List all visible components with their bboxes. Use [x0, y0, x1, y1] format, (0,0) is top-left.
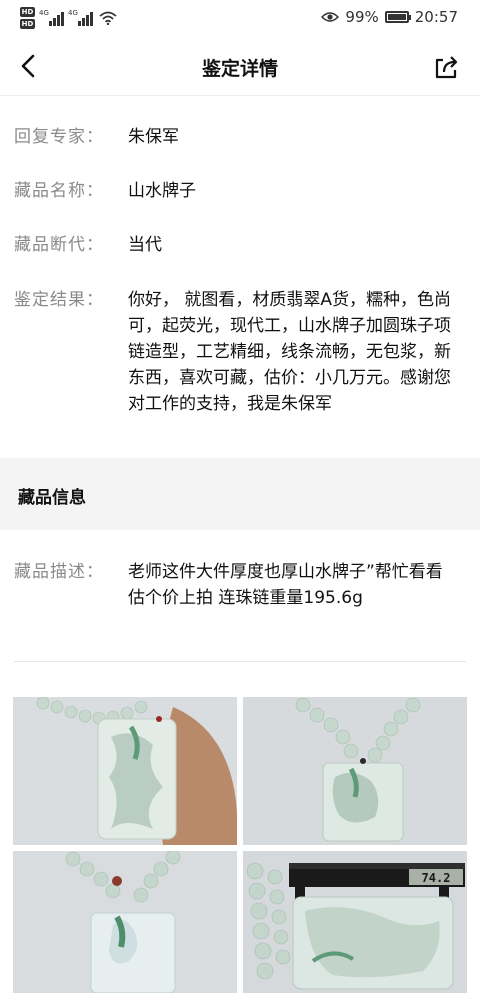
section-title: 藏品信息 [18, 488, 86, 508]
jade-pendant-on-necklace-image [243, 697, 467, 845]
photo-2[interactable] [243, 697, 467, 845]
detail-label: 藏品断代： [14, 235, 104, 255]
detail-value: 朱保军 [128, 127, 179, 147]
divider [14, 661, 466, 662]
detail-value: 山水牌子 [128, 181, 196, 201]
signal-icon: 4G [39, 9, 64, 26]
network-type-label: 4G [39, 9, 49, 17]
eye-icon [321, 12, 340, 22]
clock: 20:57 [414, 8, 458, 26]
detail-row-description: 藏品描述： 老师这件大件厚度也厚山水牌子”帮忙看看估个价上拍 连珠链重量195.… [14, 559, 458, 611]
detail-row-expert: 回复专家： 朱保军 [14, 125, 458, 150]
page-title: 鉴定详情 [201, 58, 278, 80]
detail-row-name: 藏品名称： 山水牌子 [14, 179, 458, 204]
collection-info-header: 藏品信息 [0, 458, 480, 530]
nav-bar: 鉴定详情 [0, 36, 480, 96]
wifi-icon [99, 11, 117, 25]
caliper-reading: 74.2 [422, 871, 451, 885]
detail-label: 藏品描述： [14, 562, 104, 582]
status-left: HD 1 HD 2 4G 4G [20, 7, 117, 38]
status-right: 99% 20:57 [321, 8, 458, 26]
hd-indicator: HD 1 HD 2 [20, 7, 35, 38]
detail-label: 藏品名称： [14, 181, 104, 201]
battery-icon [384, 11, 411, 23]
photo-1[interactable] [13, 697, 237, 845]
detail-value: 当代 [128, 235, 162, 255]
battery-percent: 99% [345, 8, 379, 26]
detail-row-era: 藏品断代： 当代 [14, 233, 458, 258]
detail-label: 回复专家： [14, 127, 104, 147]
description-text: 老师这件大件厚度也厚山水牌子”帮忙看看估个价上拍 连珠链重量195.6g [128, 562, 443, 608]
detail-label: 鉴定结果： [14, 290, 104, 310]
photo-4[interactable]: 74.2 [243, 851, 467, 993]
network-type-label-2: 4G [68, 9, 78, 17]
detail-row-result: 鉴定结果： 你好， 就图看，材质翡翠A货，糯种，色尚可，起荧光，现代工，山水牌子… [14, 287, 458, 417]
hd2-badge: HD 2 [20, 19, 35, 38]
hd1-badge: HD 1 [20, 7, 35, 26]
share-icon[interactable] [432, 53, 460, 81]
status-bar: HD 1 HD 2 4G 4G 99% 20:57 [0, 0, 480, 38]
jade-pendant-caliper-image: 74.2 [243, 851, 467, 993]
jade-pendant-in-hand-image [13, 697, 237, 845]
appraisal-result-text: 你好， 就图看，材质翡翠A货，糯种，色尚可，起荧光，现代工，山水牌子加圆珠子项链… [128, 290, 452, 414]
jade-pendant-bottom-image [13, 851, 237, 993]
photo-3[interactable] [13, 851, 237, 993]
signal-icon-2: 4G [68, 9, 93, 26]
